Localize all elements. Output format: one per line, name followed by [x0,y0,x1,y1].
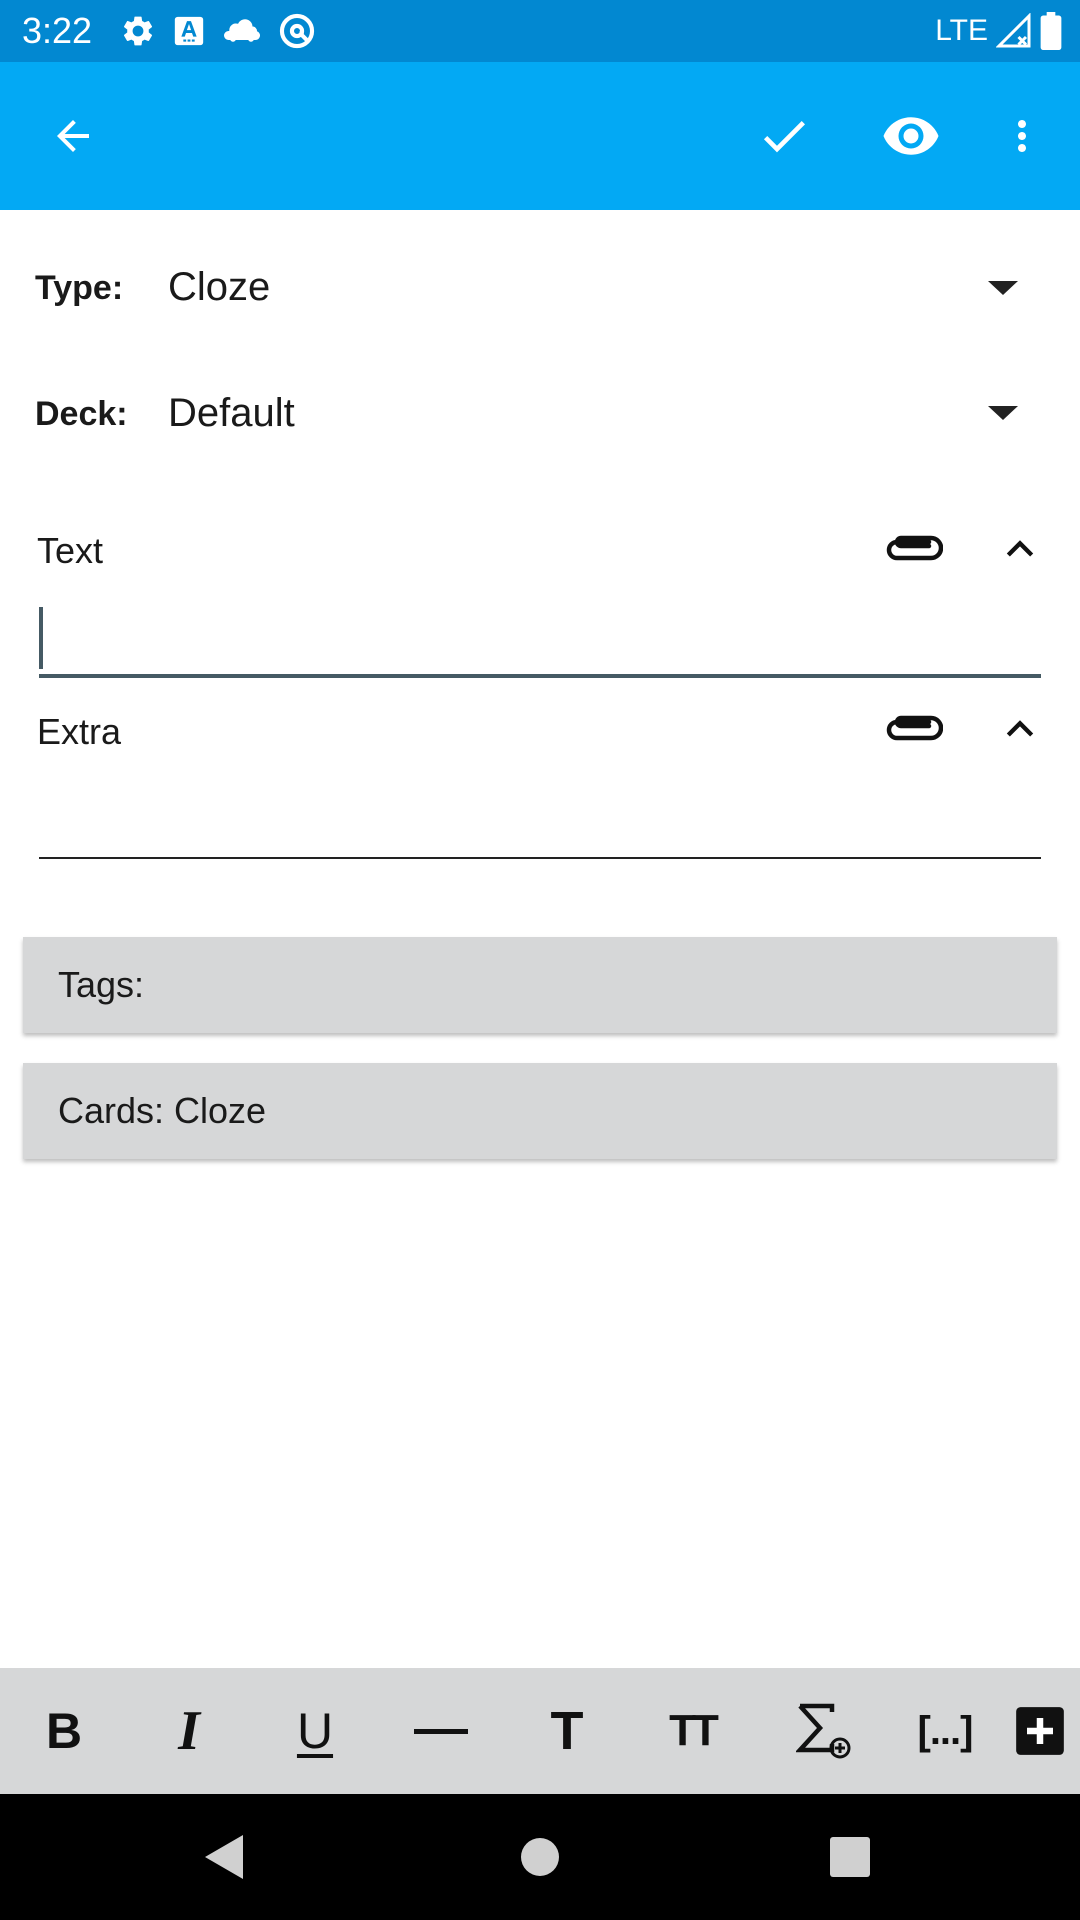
nav-home-icon [521,1838,559,1876]
back-button[interactable] [33,96,113,176]
tags-button[interactable]: Tags: [23,937,1057,1033]
extra-field-input[interactable] [39,780,1041,859]
save-button[interactable] [744,96,824,176]
collapse-field-button-text[interactable] [988,526,1052,574]
font-size-icon: TT [669,1706,719,1755]
back-arrow-icon [57,120,89,152]
math-button[interactable] [785,1691,865,1771]
status-time: 3:22 [22,10,93,51]
status-system-icons: LTE [935,11,1062,51]
network-type: LTE [935,14,988,47]
eye-icon [883,117,939,155]
title-button[interactable]: T [527,1691,607,1771]
dropdown-arrow-icon [988,406,1018,420]
gear-icon [123,16,153,46]
add-box-icon [1016,1707,1064,1755]
attach-media-button-text[interactable] [882,526,946,574]
text-cursor [39,607,43,669]
bold-button[interactable]: B [24,1691,104,1771]
underline-button[interactable]: U [275,1691,355,1771]
add-custom-button[interactable] [1000,1691,1080,1771]
nav-recents-icon [830,1837,870,1877]
paperclip-icon [886,715,943,741]
nav-back-button[interactable] [185,1817,265,1897]
attach-media-button-extra[interactable] [882,706,946,754]
formatting-toolbar: B I U T TT [...] [0,1668,1080,1794]
font-size-button[interactable]: TT [652,1691,732,1771]
italic-icon: I [178,1700,200,1762]
cards-button[interactable]: Cards: Cloze [23,1063,1057,1159]
underline-icon: U [296,1703,334,1759]
chevron-up-icon [1006,720,1034,737]
more-vert-icon [1018,120,1026,152]
cloze-button[interactable]: [...] [905,1691,985,1771]
horizontal-rule-button[interactable] [401,1691,481,1771]
nav-home-button[interactable] [500,1817,580,1897]
field-label-text: Text [37,530,104,571]
paperclip-icon [886,535,943,561]
dropdown-arrow-icon [988,281,1018,295]
battery-icon [1040,12,1062,50]
nav-back-icon [205,1835,243,1879]
cloze-icon: [...] [917,1708,974,1753]
status-notification-icons [120,11,316,51]
cloud-car-icon [224,19,261,42]
preview-button[interactable] [871,96,951,176]
deck-label: Deck: [35,395,128,433]
app-bar [0,62,1080,210]
bold-icon: B [45,1703,83,1759]
horizontal-rule-icon [414,1729,468,1734]
status-bar: 3:22 LTE [0,0,1080,62]
chevron-up-icon [1006,540,1034,557]
check-icon [763,121,805,153]
collapse-field-button-extra[interactable] [988,706,1052,754]
field-label-extra: Extra [37,711,122,752]
navigation-bar [0,1794,1080,1920]
signal-icon [996,13,1031,48]
note-type-label: Type: [35,269,124,307]
text-field-input[interactable] [39,600,1041,678]
nav-recents-button[interactable] [810,1817,890,1897]
at-sign-icon [279,13,315,49]
note-type-value: Cloze [168,265,271,309]
italic-button[interactable]: I [149,1691,229,1771]
more-options-button[interactable] [982,96,1062,176]
title-icon: T [550,1701,584,1761]
deck-value: Default [168,391,295,435]
text-a-icon [174,16,204,46]
sigma-plus-icon [796,1703,851,1759]
